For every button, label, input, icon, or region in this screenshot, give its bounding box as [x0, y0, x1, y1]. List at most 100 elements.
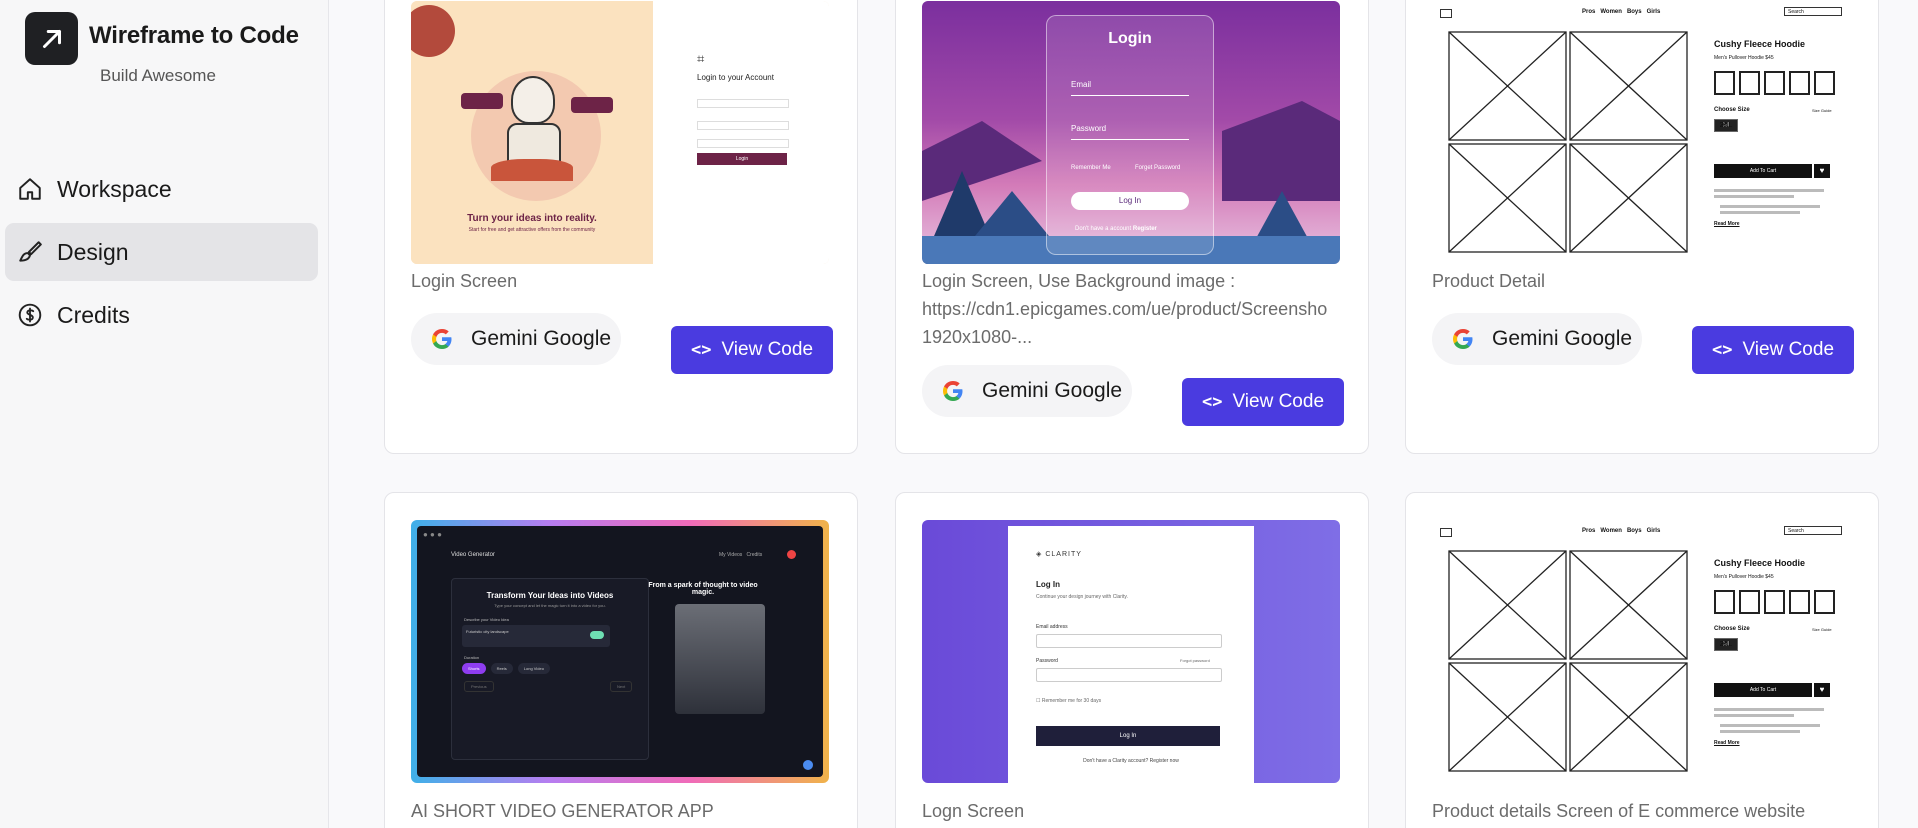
card-title: Login Screen — [411, 271, 518, 291]
thumb-right-heading: From a spark of thought to video magic. — [648, 582, 758, 596]
heart-icon: ♥ — [1814, 164, 1830, 178]
design-card[interactable]: Pros Women Boys Girls Search Cushy Fleec… — [1405, 0, 1879, 454]
card-title: Login Screen, Use Background image : htt… — [922, 271, 1328, 347]
design-thumbnail[interactable]: ● ● ● Video Generator My Videos Credits … — [411, 520, 829, 783]
card-title: Product details Screen of E commerce web… — [1432, 801, 1806, 821]
text-placeholder — [1714, 189, 1824, 192]
image-placeholder-grid — [1448, 550, 1688, 772]
nav-link: Pros — [1582, 528, 1596, 534]
window-controls: ● ● ● — [423, 530, 442, 539]
thumb-login-button: Log In — [1036, 726, 1220, 746]
design-thumbnail[interactable]: Turn your ideas into reality. Start for … — [411, 1, 829, 264]
sidebar-item-label: Credits — [57, 301, 130, 328]
nav-link: Pros — [1582, 9, 1596, 15]
heart-icon: ♥ — [1814, 683, 1830, 697]
password-underline — [1071, 139, 1189, 140]
thumb-next: Next — [610, 681, 633, 692]
code-icon: <> — [1201, 392, 1223, 412]
prompt-value: Futuristic city landscape — [466, 629, 509, 634]
design-gallery: Turn your ideas into reality. Start for … — [329, 0, 1918, 828]
arrow-up-right-icon — [42, 29, 61, 48]
nav-link: Girls — [1646, 528, 1661, 534]
sidebar-item-label: Workspace — [57, 175, 172, 202]
paintbrush-icon — [15, 237, 45, 267]
size-option: 3XL — [1714, 638, 1738, 651]
image-icon — [1789, 590, 1810, 614]
password-field — [1036, 668, 1222, 682]
nav-link: My Videos — [719, 552, 743, 558]
slack-icon: ⌗ — [697, 51, 705, 66]
app-tagline: Build Awesome — [100, 66, 216, 85]
dark-app-window: ● ● ● Video Generator My Videos Credits … — [417, 526, 823, 777]
model-label: Gemini Google — [982, 379, 1123, 402]
view-code-button[interactable]: <> View Code — [671, 326, 833, 374]
design-card[interactable]: Pros Women Boys Girls Search Cushy Fleec… — [1405, 492, 1879, 828]
design-card[interactable]: Login Email Password Remember Me Forget … — [895, 0, 1369, 454]
clarity-brand: ◈ CLARITY — [1036, 550, 1082, 558]
thumb-footer-text: Don't have a account — [1075, 226, 1132, 232]
nav-link: Credits — [746, 552, 763, 558]
app-logo[interactable] — [25, 12, 78, 65]
view-code-label: View Code — [1232, 391, 1325, 412]
duration-chip-selected: Shorts — [462, 663, 486, 674]
email-underline — [1071, 95, 1189, 96]
thumb-heading: Transform Your Ideas into Videos — [486, 591, 614, 600]
sidebar-item-label: Design — [57, 238, 129, 265]
duration-options: Shorts Reels Long Video — [462, 663, 550, 674]
password-field — [697, 139, 789, 148]
google-icon — [427, 324, 457, 354]
planet-shape — [411, 5, 455, 57]
text-placeholder — [1720, 730, 1800, 733]
size-guide: Size Guide — [1812, 627, 1832, 632]
speech-bubble — [461, 93, 503, 109]
sidebar-item-design[interactable]: Design — [5, 223, 318, 281]
design-thumbnail[interactable]: ◈ CLARITY Log In Continue your design jo… — [922, 520, 1340, 783]
design-thumbnail[interactable]: Pros Women Boys Girls Search Cushy Fleec… — [1432, 1, 1850, 264]
read-more: Read More — [1714, 740, 1740, 746]
thumb-caption: Turn your ideas into reality. — [467, 213, 597, 224]
remember-row: ☐ Remember me for 30 days — [1036, 698, 1102, 704]
nav-link: Women — [1600, 9, 1622, 15]
home-icon — [15, 174, 45, 204]
text-placeholder — [1720, 205, 1820, 208]
text-placeholder — [1720, 724, 1820, 727]
size-option: 3XL — [1714, 119, 1738, 132]
thumb-app-title: Video Generator — [451, 552, 495, 558]
thumb-back: Previous — [464, 681, 494, 692]
view-code-button[interactable]: <> View Code — [1692, 326, 1854, 374]
duration-chip: Long Video — [517, 663, 550, 674]
design-thumbnail[interactable]: Login Email Password Remember Me Forget … — [922, 1, 1340, 264]
image-placeholder-grid — [1448, 31, 1688, 253]
thumb-remember: Remember Me — [1071, 165, 1111, 171]
model-label: Gemini Google — [1492, 327, 1633, 350]
design-thumbnail[interactable]: Pros Women Boys Girls Search Cushy Fleec… — [1432, 520, 1850, 783]
read-more: Read More — [1714, 221, 1740, 227]
nav-link: Boys — [1626, 9, 1642, 15]
nav-link: Boys — [1626, 528, 1642, 534]
image-icon — [1739, 71, 1760, 95]
dollar-circle-icon — [15, 300, 45, 330]
sidebar-item-credits[interactable]: Credits — [5, 286, 318, 344]
nav-link: Girls — [1646, 9, 1661, 15]
product-name: Cushy Fleece Hoodie — [1714, 39, 1806, 49]
size-guide: Size Guide — [1812, 108, 1832, 113]
design-card[interactable]: ◈ CLARITY Log In Continue your design jo… — [895, 492, 1369, 828]
toggle-switch — [590, 631, 604, 639]
illustration-panel: Turn your ideas into reality. Start for … — [411, 1, 653, 264]
design-card[interactable]: ● ● ● Video Generator My Videos Credits … — [384, 492, 858, 828]
plant-leaves — [491, 159, 573, 181]
chat-bubble-icon — [803, 760, 813, 770]
email-field — [1036, 634, 1222, 648]
text-placeholder — [1714, 195, 1794, 198]
thumb-prompt-label: Describe your Video Idea — [464, 617, 509, 622]
view-code-button[interactable]: <> View Code — [1182, 378, 1344, 426]
thumb-heading: Login to your Account — [697, 73, 774, 82]
image-icon — [1764, 590, 1785, 614]
view-code-label: View Code — [1742, 339, 1835, 360]
design-card[interactable]: Turn your ideas into reality. Start for … — [384, 0, 858, 454]
speech-bubble — [571, 97, 613, 113]
generator-form-panel: Transform Your Ideas into Videos Type yo… — [451, 578, 649, 760]
thumb-sub: Continue your design journey with Clarit… — [1036, 594, 1128, 600]
sidebar-item-workspace[interactable]: Workspace — [5, 160, 318, 218]
login-card: ◈ CLARITY Log In Continue your design jo… — [1008, 526, 1254, 783]
